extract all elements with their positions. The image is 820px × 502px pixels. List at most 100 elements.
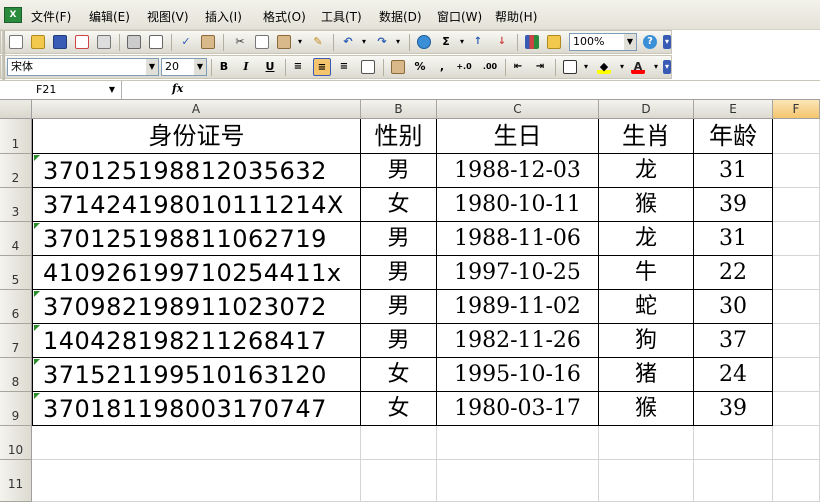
age-cell[interactable]: 31 [694,154,773,188]
column-header-a[interactable]: A [32,100,361,119]
name-box[interactable]: F21 ▼ [0,81,122,99]
help-icon[interactable]: ? [643,35,657,49]
menu-insert[interactable]: 插入(I) [205,8,242,25]
empty-cell[interactable] [773,324,820,358]
align-center-icon[interactable]: ≡ [313,58,331,76]
borders-dropdown-icon[interactable]: ▾ [579,60,593,74]
row-header-7[interactable]: 7 [0,324,32,358]
birthday-cell[interactable]: 1982-11-26 [437,324,599,358]
menu-view[interactable]: 视图(V) [147,8,189,25]
menu-tools[interactable]: 工具(T) [321,8,362,25]
copy-icon[interactable] [255,35,269,49]
chevron-down-icon[interactable]: ▼ [146,59,158,75]
birthday-cell[interactable]: 1989-11-02 [437,290,599,324]
print-icon[interactable] [127,35,141,49]
row-header-10[interactable]: 10 [0,426,32,460]
header-cell-age[interactable]: 年龄 [694,119,773,154]
id-cell[interactable]: 370982198911023072 [32,290,361,324]
select-all-corner[interactable] [0,100,32,119]
autosum-icon[interactable]: Σ [439,35,453,49]
chevron-down-icon[interactable]: ▼ [624,34,636,50]
zodiac-cell[interactable]: 牛 [599,256,694,290]
empty-cell[interactable] [361,460,437,502]
gender-cell[interactable]: 女 [361,392,437,426]
menu-edit[interactable]: 编辑(E) [89,8,130,25]
font-size-select[interactable]: 20 ▼ [161,58,207,76]
align-left-icon[interactable]: ≡ [291,60,305,74]
gender-cell[interactable]: 男 [361,256,437,290]
sort-ascending-icon[interactable]: ↑ [471,35,485,49]
autosum-dropdown-icon[interactable]: ▾ [455,35,469,49]
row-header-9[interactable]: 9 [0,392,32,426]
age-cell[interactable]: 24 [694,358,773,392]
research-icon[interactable] [201,35,215,49]
empty-cell[interactable] [773,154,820,188]
empty-cell[interactable] [773,460,820,502]
menu-format[interactable]: 格式(O) [263,8,306,25]
currency-icon[interactable] [391,60,405,74]
empty-cell[interactable] [437,426,599,460]
row-header-5[interactable]: 5 [0,256,32,290]
percent-button[interactable]: % [413,60,427,74]
empty-cell[interactable] [773,188,820,222]
age-cell[interactable]: 30 [694,290,773,324]
id-cell[interactable]: 410926199710254411x [32,256,361,290]
empty-cell[interactable] [773,290,820,324]
gender-cell[interactable]: 男 [361,222,437,256]
undo-icon[interactable]: ↶ [341,35,355,49]
row-header-3[interactable]: 3 [0,188,32,222]
age-cell[interactable]: 31 [694,222,773,256]
new-icon[interactable] [9,35,23,49]
format-painter-icon[interactable]: ✎ [311,35,325,49]
id-cell[interactable]: 140428198211268417 [32,324,361,358]
empty-cell[interactable] [773,256,820,290]
menu-file[interactable]: 文件(F) [31,8,71,25]
column-header-e[interactable]: E [694,100,773,119]
font-name-select[interactable]: 宋体 ▼ [7,58,159,76]
empty-cell[interactable] [773,222,820,256]
toolbar-grip[interactable] [2,31,5,55]
chevron-down-icon[interactable]: ▼ [194,59,206,75]
row-header-1[interactable]: 1 [0,119,32,154]
birthday-cell[interactable]: 1997-10-25 [437,256,599,290]
menu-help[interactable]: 帮助(H) [495,8,537,25]
align-right-icon[interactable]: ≡ [337,60,351,74]
age-cell[interactable]: 39 [694,392,773,426]
open-folder-icon[interactable] [31,35,45,49]
age-cell[interactable]: 22 [694,256,773,290]
header-cell-zodiac[interactable]: 生肖 [599,119,694,154]
empty-cell[interactable] [694,460,773,502]
font-color-dropdown-icon[interactable]: ▾ [649,60,663,74]
zodiac-cell[interactable]: 蛇 [599,290,694,324]
cut-icon[interactable]: ✂ [233,35,247,49]
paste-icon[interactable] [277,35,291,49]
toolbar-options-icon[interactable]: ▾ [663,35,671,49]
zodiac-cell[interactable]: 猴 [599,188,694,222]
gender-cell[interactable]: 女 [361,188,437,222]
increase-decimal-button[interactable]: +.0 [453,60,475,74]
increase-indent-icon[interactable]: ⇥ [533,60,547,74]
italic-button[interactable]: I [239,60,253,74]
birthday-cell[interactable]: 1980-03-17 [437,392,599,426]
zodiac-cell[interactable]: 龙 [599,154,694,188]
font-color-icon[interactable]: A [631,60,645,74]
age-cell[interactable]: 37 [694,324,773,358]
column-header-b[interactable]: B [361,100,437,119]
empty-cell[interactable] [599,426,694,460]
gender-cell[interactable]: 男 [361,290,437,324]
bold-button[interactable]: B [217,60,231,74]
zodiac-cell[interactable]: 龙 [599,222,694,256]
id-cell[interactable]: 370125198812035632 [32,154,361,188]
header-cell-gender[interactable]: 性别 [361,119,437,154]
chart-wizard-icon[interactable] [525,35,539,49]
gender-cell[interactable]: 女 [361,358,437,392]
print-preview-icon[interactable] [149,35,163,49]
spelling-icon[interactable]: ✓ [179,35,193,49]
column-header-c[interactable]: C [437,100,599,119]
undo-dropdown-icon[interactable]: ▾ [357,35,371,49]
chevron-down-icon[interactable]: ▼ [109,81,115,99]
comma-style-button[interactable]: , [435,60,449,74]
row-header-11[interactable]: 11 [0,460,32,502]
email-icon[interactable] [97,35,111,49]
birthday-cell[interactable]: 1988-11-06 [437,222,599,256]
